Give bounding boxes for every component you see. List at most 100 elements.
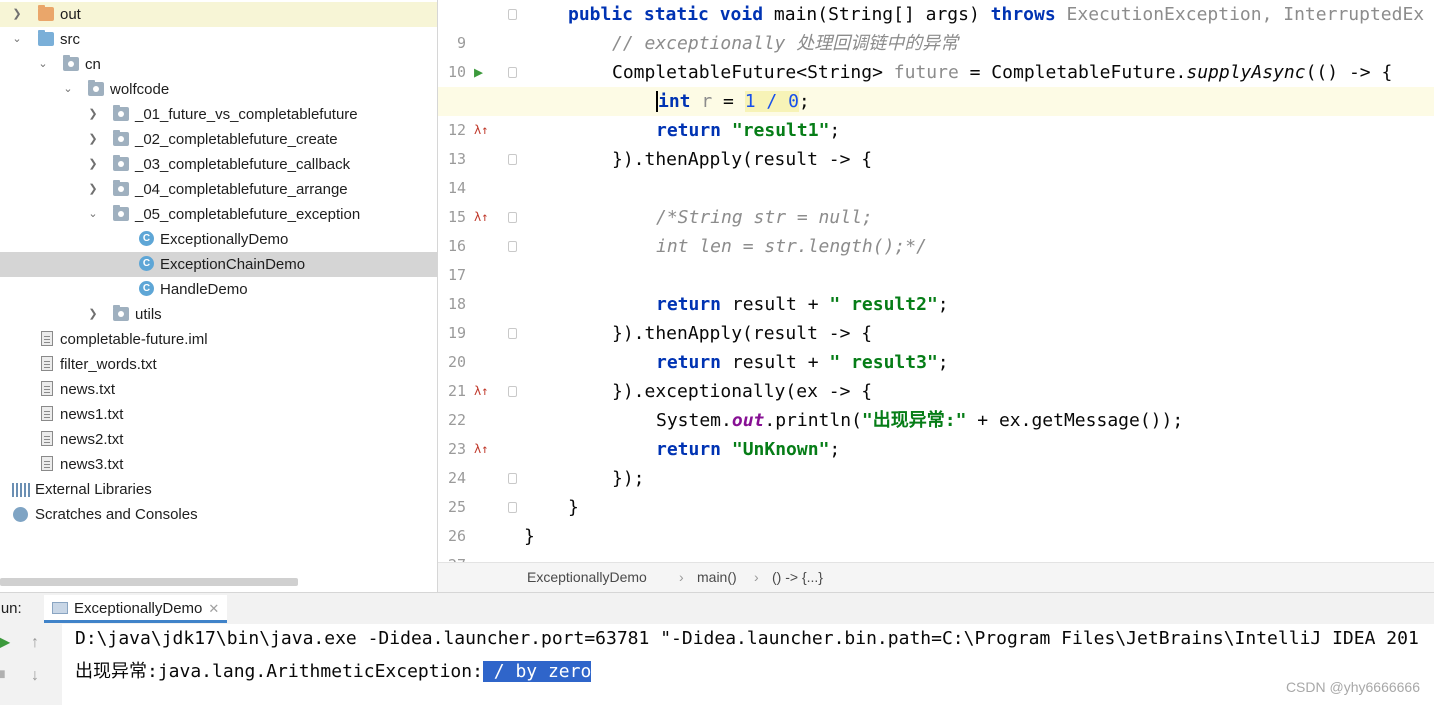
tree-item-label: out (60, 6, 81, 23)
chevron-down-icon[interactable]: ⌄ (10, 27, 24, 52)
code-line[interactable]: 18 (438, 261, 1434, 313)
tree-item-exceptionallydemo[interactable]: C ExceptionallyDemo (0, 227, 437, 252)
tree-item-package-02[interactable]: ❯ _02_completablefuture_create (0, 127, 437, 152)
package-icon (113, 105, 129, 121)
tree-item-package-01[interactable]: ❯ _01_future_vs_completablefuture (0, 102, 437, 127)
tree-item-label: news1.txt (60, 406, 124, 423)
watermark: CSDN @yhy6666666 (1285, 679, 1420, 695)
code-line[interactable]: 19 return result + " result2"; (438, 290, 1434, 342)
tree-item-iml[interactable]: completable-future.iml (0, 327, 437, 352)
breadcrumb-separator-icon: › (754, 569, 759, 585)
tree-item-filter-words[interactable]: filter_words.txt (0, 352, 437, 377)
fold-marker-icon[interactable] (508, 154, 517, 165)
tree-item-external-libraries[interactable]: External Libraries (0, 477, 437, 502)
arrow-up-icon[interactable]: ↑ (31, 634, 39, 652)
code-line[interactable]: 22 λ↑ }).exceptionally(ex -> { (438, 377, 1434, 456)
tree-item-scratches[interactable]: Scratches and Consoles (0, 502, 437, 527)
chevron-right-icon[interactable]: ❯ (10, 2, 24, 27)
code-line[interactable]: 25 }); (438, 464, 1434, 516)
run-tab[interactable]: ExceptionallyDemo ✕ (44, 595, 228, 623)
tree-item-label: ExceptionallyDemo (160, 231, 289, 248)
code-token: supplyAsync (1186, 62, 1306, 83)
code-token: "result1" (731, 120, 830, 141)
package-icon (113, 130, 129, 146)
tree-item-utils[interactable]: ❯ utils (0, 302, 437, 327)
code-token: " result2" (829, 294, 938, 315)
arrow-down-icon[interactable]: ↓ (31, 667, 39, 685)
code-token: "出现异常:" (861, 410, 967, 431)
code-line[interactable]: 21 return result + " result3"; (438, 348, 1434, 400)
code-line[interactable]: 17 int len = str.length();*/ (438, 232, 1434, 284)
code-token: } (524, 526, 535, 547)
code-line[interactable]: 28 (438, 551, 1434, 562)
tree-item-news1[interactable]: news1.txt (0, 402, 437, 427)
horizontal-scrollbar[interactable] (0, 578, 298, 586)
fold-marker-icon[interactable] (508, 386, 517, 397)
tree-item-cn[interactable]: ⌄ cn (0, 52, 437, 77)
stop-icon[interactable]: ■ (0, 666, 6, 684)
code-token: }).exceptionally(ex -> { (612, 381, 873, 402)
chevron-right-icon[interactable]: ❯ (86, 127, 100, 152)
code-line[interactable]: 14 λ↑ }).thenApply(result -> { (438, 145, 1434, 224)
rerun-icon[interactable]: ▶ (0, 632, 10, 652)
iml-file-icon (41, 331, 53, 346)
tree-item-label: completable-future.iml (60, 331, 208, 348)
tree-item-news2[interactable]: news2.txt (0, 427, 437, 452)
code-line[interactable]: 13 return "result1"; (438, 116, 1434, 168)
fold-marker-icon[interactable] (508, 9, 517, 20)
breadcrumb-item[interactable]: main() (697, 563, 737, 592)
code-line[interactable]: 15 (438, 174, 1434, 226)
fold-marker-icon[interactable] (508, 328, 517, 339)
chevron-down-icon[interactable]: ⌄ (61, 77, 75, 102)
fold-marker-icon[interactable] (508, 212, 517, 223)
tree-item-label: _02_completablefuture_create (135, 131, 338, 148)
tree-item-wolfcode[interactable]: ⌄ wolfcode (0, 77, 437, 102)
console-icon (52, 602, 68, 614)
run-tab-label: ExceptionallyDemo (74, 600, 203, 617)
code-line[interactable]: 16 /*String str = null; (438, 203, 1434, 255)
tree-item-news[interactable]: news.txt (0, 377, 437, 402)
code-line[interactable]: 11 λ↑ CompletableFuture<String> future =… (438, 58, 1434, 137)
code-token: .println( (764, 410, 862, 431)
code-line[interactable]: 20 λ↑ }).thenApply(result -> { (438, 319, 1434, 398)
code-token: (() -> { (1305, 62, 1393, 83)
code-line[interactable]: 10 // exceptionally 处理回调链中的异常 (438, 29, 1434, 81)
code-token: ; (829, 120, 841, 141)
code-line[interactable]: 24 return "UnKnown"; (438, 435, 1434, 487)
close-icon[interactable]: ✕ (208, 601, 219, 616)
tree-item-label: HandleDemo (160, 281, 248, 298)
breadcrumb-item[interactable]: ExceptionallyDemo (527, 563, 647, 592)
code-token: System. (656, 410, 732, 431)
code-line[interactable]: 23 System.out.println("出现异常:" + ex.getMe… (438, 406, 1434, 458)
chevron-right-icon[interactable]: ❯ (86, 302, 100, 327)
fold-marker-icon[interactable] (508, 473, 517, 484)
breadcrumb-separator-icon: › (679, 569, 684, 585)
fold-marker-icon[interactable] (508, 241, 517, 252)
text-file-icon (41, 456, 53, 471)
code-line[interactable]: 9 ▶ public static void main(String[] arg… (438, 0, 1434, 81)
tree-item-src[interactable]: ⌄ src (0, 27, 437, 52)
breadcrumb-item[interactable]: () -> {...} (772, 563, 823, 592)
console-output[interactable]: D:\java\jdk17\bin\java.exe -Didea.launch… (62, 624, 1434, 705)
chevron-right-icon[interactable]: ❯ (86, 152, 100, 177)
tree-item-out[interactable]: ❯ out (0, 2, 437, 27)
text-file-icon (41, 431, 53, 446)
code-line[interactable]: 27 } (438, 522, 1434, 562)
chevron-down-icon[interactable]: ⌄ (86, 202, 100, 227)
tree-item-package-04[interactable]: ❯ _04_completablefuture_arrange (0, 177, 437, 202)
code-editor[interactable]: 9 ▶ public static void main(String[] arg… (438, 0, 1434, 562)
code-line[interactable]: 26 } (438, 493, 1434, 545)
code-line-current[interactable]: 12 int r = 1 / 0; (438, 87, 1434, 139)
chevron-right-icon[interactable]: ❯ (86, 102, 100, 127)
tree-item-package-05[interactable]: ⌄ _05_completablefuture_exception (0, 202, 437, 227)
chevron-right-icon[interactable]: ❯ (86, 177, 100, 202)
code-token: " result3" (829, 352, 938, 373)
chevron-down-icon[interactable]: ⌄ (36, 52, 50, 77)
tree-item-handledemo[interactable]: C HandleDemo (0, 277, 437, 302)
tree-item-news3[interactable]: news3.txt (0, 452, 437, 477)
fold-marker-icon[interactable] (508, 502, 517, 513)
tree-item-package-03[interactable]: ❯ _03_completablefuture_callback (0, 152, 437, 177)
tree-item-label: _03_completablefuture_callback (135, 156, 351, 173)
tree-item-exceptionchaindemo[interactable]: C ExceptionChainDemo (0, 252, 437, 277)
fold-marker-icon[interactable] (508, 67, 517, 78)
